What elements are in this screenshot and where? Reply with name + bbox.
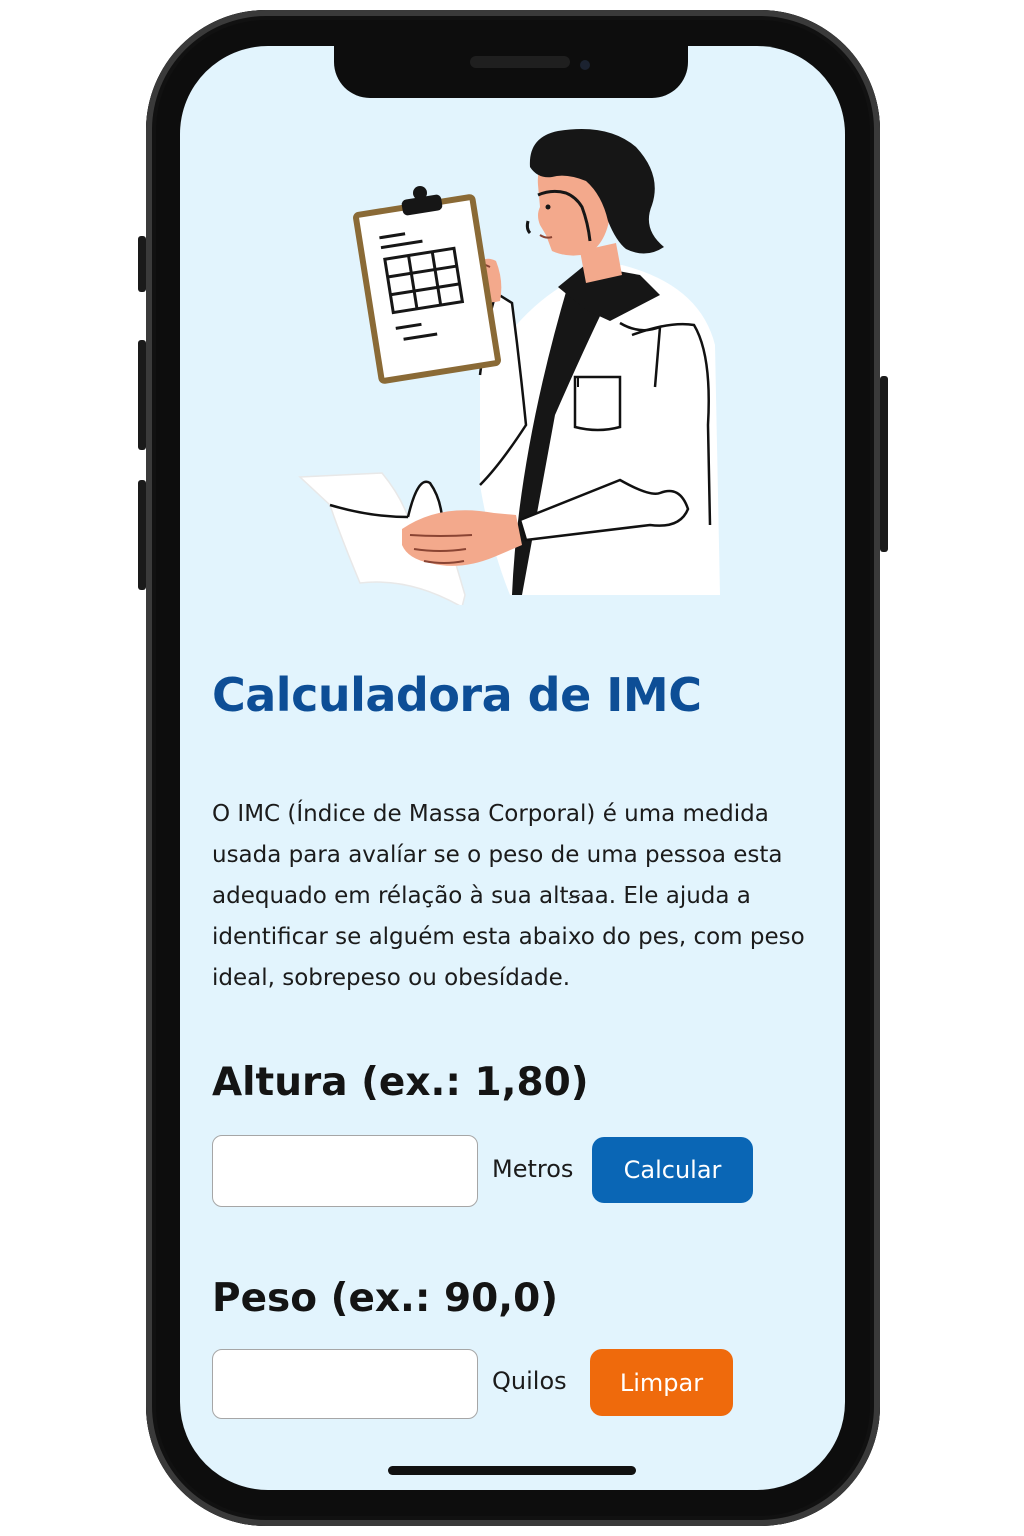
doctor-with-clipboard-illustration: [298, 129, 720, 605]
weight-unit: Quilos: [492, 1367, 567, 1395]
phone-notch: [334, 40, 688, 98]
calculate-button[interactable]: Calcular: [592, 1137, 753, 1203]
volume-down-button: [138, 480, 146, 590]
imc-description: O IMC (Índice de Massa Corporal) é uma m…: [212, 801, 805, 991]
earpiece-speaker: [470, 56, 570, 68]
weight-label: Peso (ex.: 90,0): [212, 1276, 559, 1321]
clear-button[interactable]: Limpar: [590, 1349, 733, 1416]
volume-up-button: [138, 340, 146, 450]
mute-switch: [138, 236, 146, 292]
power-button: [880, 376, 888, 552]
home-indicator: [388, 1466, 636, 1475]
front-camera: [580, 60, 590, 70]
height-label: Altura (ex.: 1,80): [212, 1060, 589, 1105]
weight-input[interactable]: [212, 1349, 478, 1419]
page-title: Calculadora de IMC: [212, 668, 702, 722]
device-mockup: Calculadora de IMC O IMC (Índice de Mass…: [0, 0, 1024, 1536]
height-input[interactable]: [212, 1135, 478, 1207]
height-unit: Metros: [492, 1155, 574, 1183]
